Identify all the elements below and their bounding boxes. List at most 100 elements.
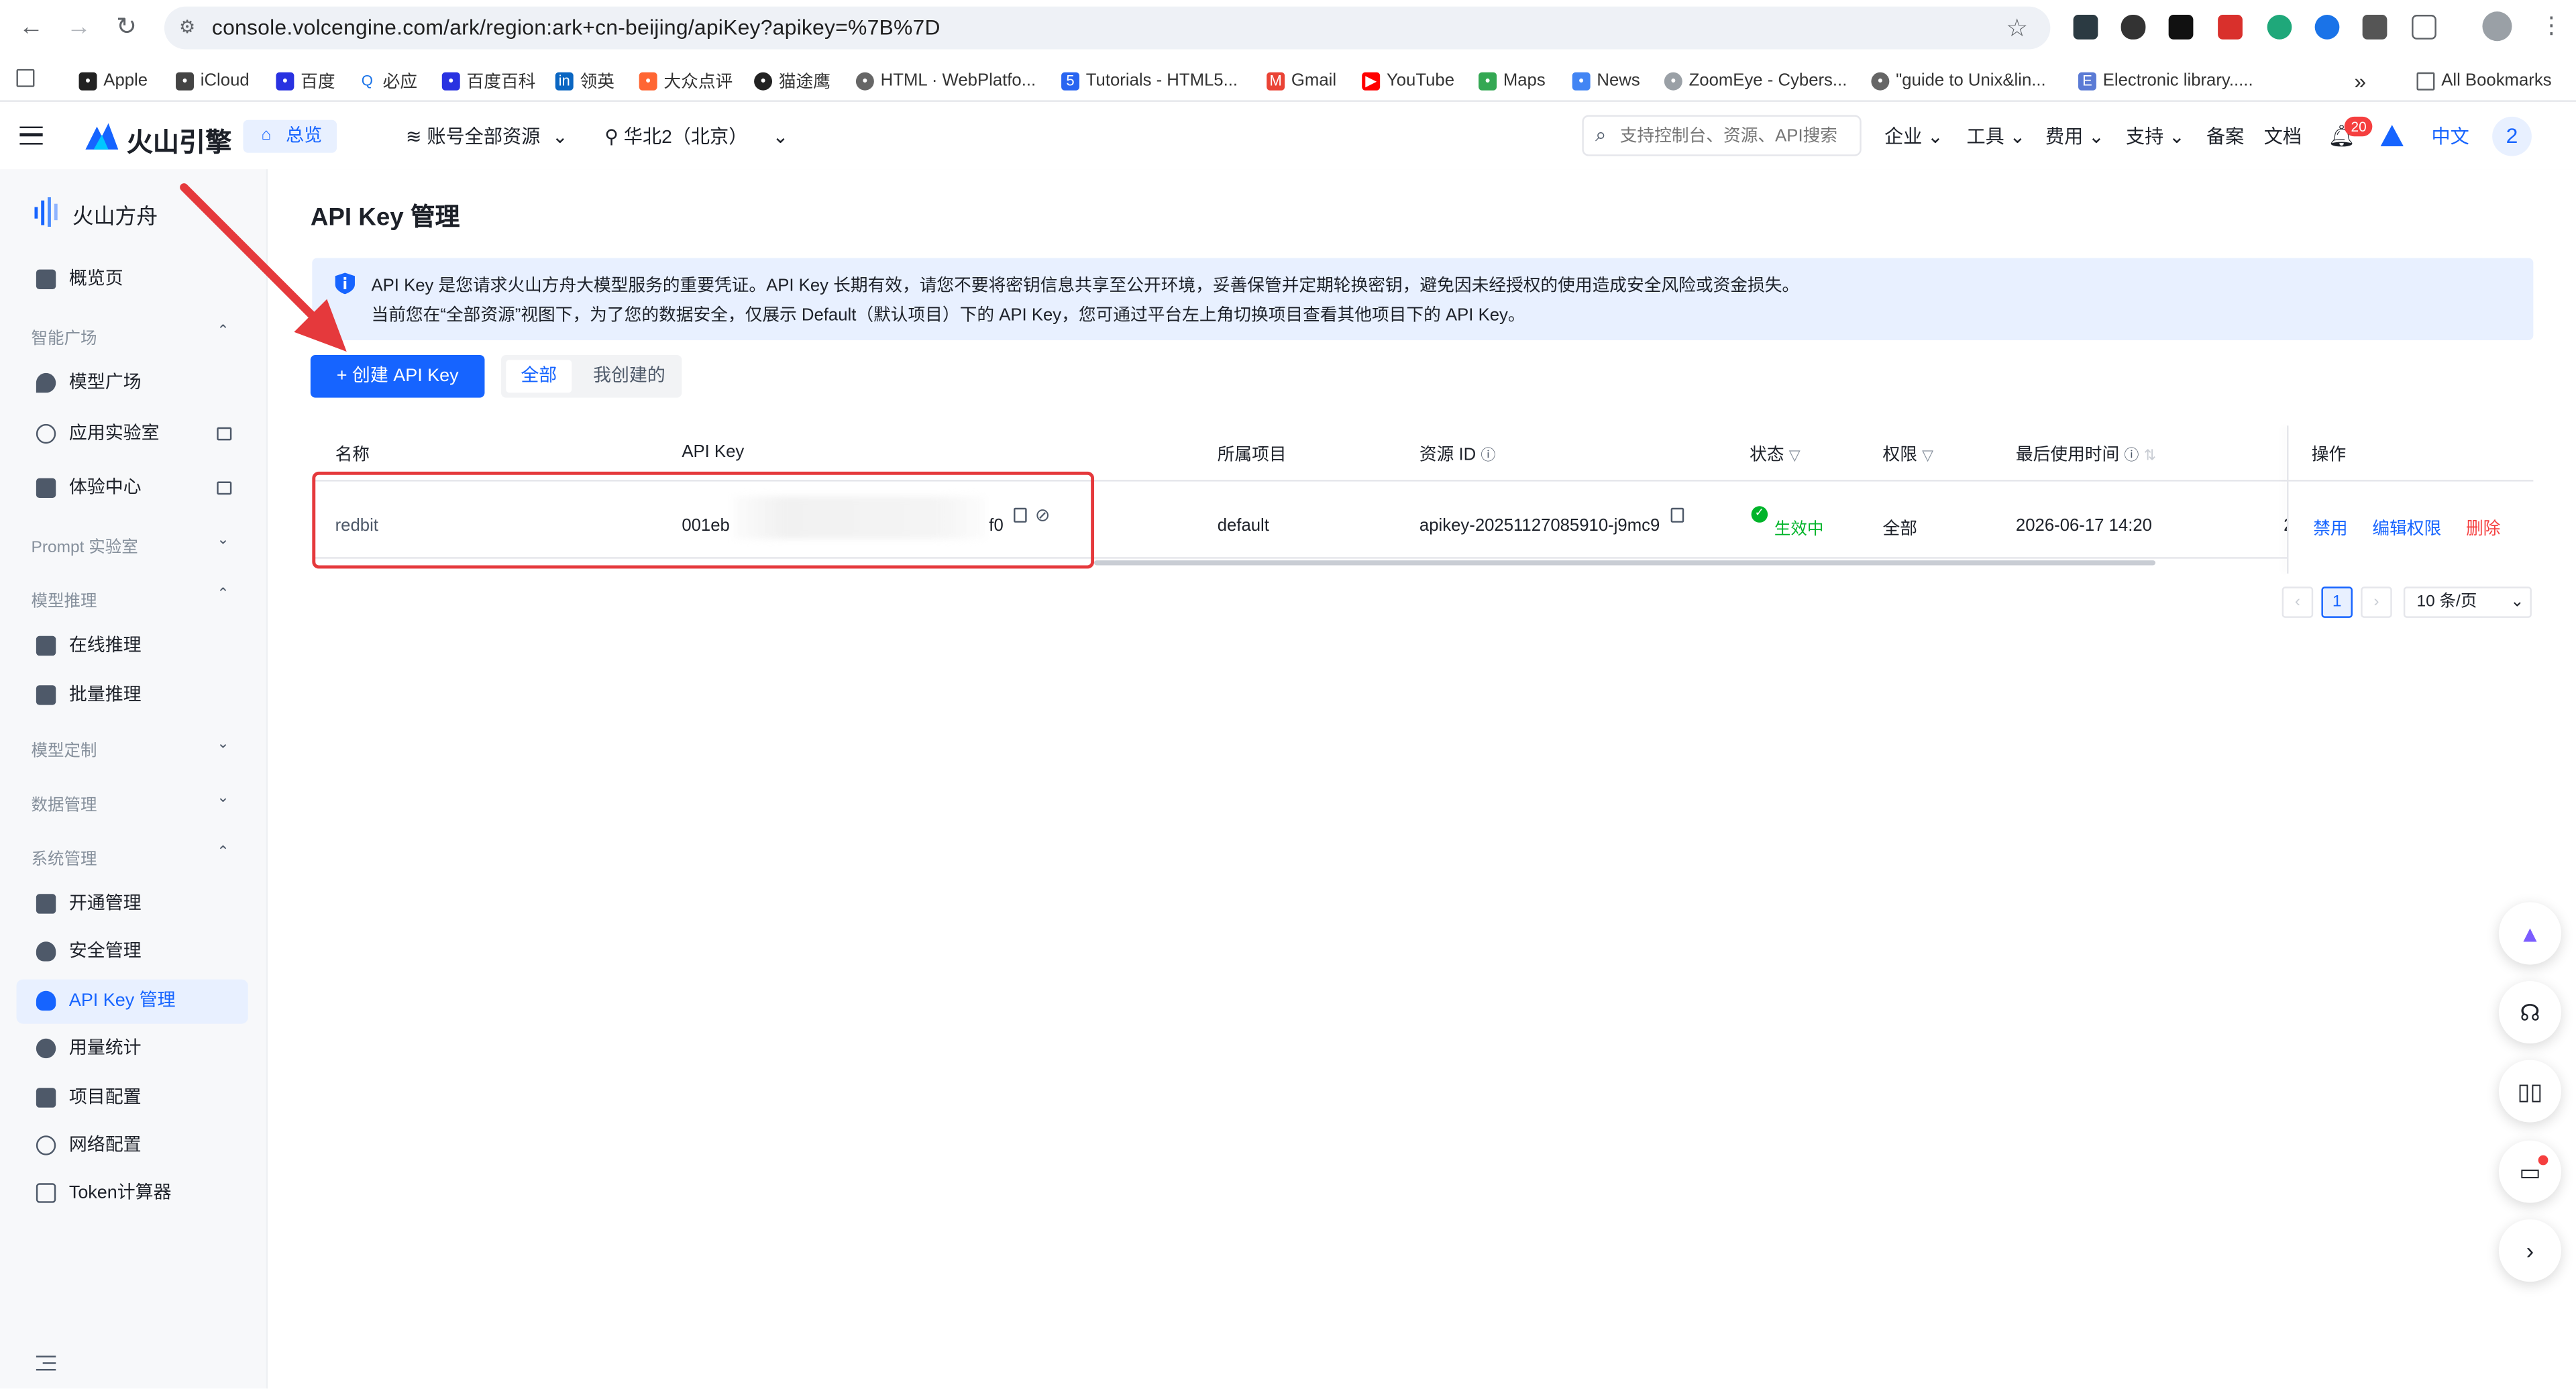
menu-billing[interactable]: 费用 ⌄ xyxy=(2045,123,2104,150)
sidebar-item-network[interactable]: 网络配置 xyxy=(16,1124,248,1168)
chevron-down-icon: ⌄ xyxy=(217,788,229,806)
check-circle-icon: ✓ xyxy=(1751,506,1768,523)
sidebar-group-data-mgmt[interactable]: 数据管理 ⌄ xyxy=(32,789,229,815)
address-bar[interactable]: ⚙ console.volcengine.com/ark/region:ark+… xyxy=(164,6,2051,50)
brand-name[interactable]: 火山引擎 xyxy=(127,120,232,160)
next-page-button[interactable]: › xyxy=(2361,586,2392,618)
bookmark-webplatform[interactable]: • HTML · WebPlatfo... xyxy=(855,67,1036,93)
menu-tools[interactable]: 工具 ⌄ xyxy=(1966,123,2025,150)
bookmark-icloud[interactable]: • iCloud xyxy=(176,67,250,93)
bookmark-gmail[interactable]: M Gmail xyxy=(1267,67,1336,93)
bookmark-html5[interactable]: 5 Tutorials - HTML5... xyxy=(1061,67,1238,93)
bookmark-electronic-library[interactable]: E Electronic library..... xyxy=(2078,67,2253,93)
prev-page-button[interactable]: ‹ xyxy=(2282,586,2314,618)
bookmark-linkedin[interactable]: in 领英 xyxy=(555,67,614,93)
star-icon[interactable]: ☆ xyxy=(2006,13,2028,43)
info-circle-icon[interactable]: ⓘ xyxy=(1481,447,1495,463)
sidebar-group-system-mgmt[interactable]: 系统管理 ⌃ xyxy=(32,843,229,869)
user-avatar[interactable]: 2 xyxy=(2492,116,2532,156)
page-1-button[interactable]: 1 xyxy=(2321,586,2353,618)
back-icon[interactable]: ← xyxy=(15,13,48,43)
extension-icon[interactable] xyxy=(2073,15,2098,40)
profile-avatar[interactable] xyxy=(2482,11,2512,42)
link-filing[interactable]: 备案 xyxy=(2206,123,2244,150)
bookmark-dianping[interactable]: • 大众点评 xyxy=(639,67,733,93)
extension-icon[interactable] xyxy=(2168,15,2194,40)
bookmark-baike[interactable]: • 百度百科 xyxy=(441,67,535,93)
bookmark-baidu[interactable]: • 百度 xyxy=(276,67,335,93)
apps-grid-icon[interactable] xyxy=(16,68,35,87)
project-icon xyxy=(36,1088,56,1108)
hamburger-menu-icon[interactable] xyxy=(19,126,43,145)
sidebar-group-smart-plaza[interactable]: 智能广场 ⌃ xyxy=(32,322,229,348)
extension-icon[interactable] xyxy=(2362,15,2387,40)
filter-icon[interactable]: ▽ xyxy=(1789,447,1801,463)
reload-icon[interactable]: ↻ xyxy=(110,13,143,43)
filter-mine[interactable]: 我创建的 xyxy=(583,360,675,393)
sidebar-item-app-lab[interactable]: 应用实验室 xyxy=(16,413,248,457)
search-box[interactable]: ⌕ xyxy=(1582,115,1862,156)
sidebar-item-token-calculator[interactable]: Token计算器 xyxy=(16,1172,248,1216)
sidebar-item-experience[interactable]: 体验中心 xyxy=(16,467,248,511)
volcengine-logo-icon[interactable] xyxy=(85,121,119,150)
headset-icon[interactable]: ☊ xyxy=(2498,981,2561,1044)
search-input[interactable] xyxy=(1619,123,1855,150)
more-menu-icon[interactable]: ⋮ xyxy=(2540,11,2563,40)
menu-enterprise[interactable]: 企业 ⌄ xyxy=(1884,123,1943,150)
sidebar-group-prompt-lab[interactable]: Prompt 实验室 ⌄ xyxy=(32,531,229,557)
forward-icon[interactable]: → xyxy=(62,13,95,43)
book-icon[interactable]: ▯▯ xyxy=(2498,1060,2561,1123)
sidebar-item-security[interactable]: 安全管理 xyxy=(16,930,248,974)
bookmarks-overflow-icon[interactable]: » xyxy=(2354,67,2366,93)
ark-logo-icon xyxy=(34,197,60,227)
sidebar-item-project[interactable]: 项目配置 xyxy=(16,1076,248,1121)
assistant-icon[interactable] xyxy=(2380,125,2404,146)
bookmark-bing[interactable]: Q 必应 xyxy=(358,67,417,93)
copy-icon[interactable] xyxy=(1670,507,1684,523)
bookmark-zoomeye[interactable]: • ZoomEye - Cybers... xyxy=(1664,67,1847,93)
extensions-puzzle-icon[interactable] xyxy=(2412,15,2436,40)
account-scope-select[interactable]: ≋ 账号全部资源 ⌄ xyxy=(406,123,568,150)
menu-support[interactable]: 支持 ⌄ xyxy=(2126,123,2185,150)
bookmark-tripadvisor[interactable]: • 猫途鹰 xyxy=(754,67,830,93)
info-circle-icon[interactable]: ⓘ xyxy=(2124,447,2139,463)
bookmark-youtube[interactable]: ▶ YouTube xyxy=(1362,67,1454,93)
bookmark-maps[interactable]: • Maps xyxy=(1479,67,1546,93)
sidebar-item-model-plaza[interactable]: 模型广场 xyxy=(16,362,248,406)
region-select[interactable]: ⚲ 华北2（北京） ⌄ xyxy=(604,123,788,150)
sidebar-item-batch-inference[interactable]: 批量推理 xyxy=(16,674,248,718)
extension-icon[interactable] xyxy=(2267,15,2292,40)
site-info-icon[interactable]: ⚙ xyxy=(179,16,195,38)
filter-icon[interactable]: ▽ xyxy=(1922,447,1933,463)
sidebar-item-activation[interactable]: 开通管理 xyxy=(16,882,248,927)
all-bookmarks[interactable]: All Bookmarks xyxy=(2416,67,2552,93)
bookmark-guide-unix[interactable]: • "guide to Unix&lin... xyxy=(1871,67,2046,93)
filter-all[interactable]: 全部 xyxy=(506,360,572,393)
language-switch[interactable]: 中文 xyxy=(2432,123,2469,150)
disable-button[interactable]: 禁用 xyxy=(2313,516,2347,541)
sidebar-item-usage[interactable]: 用量统计 xyxy=(16,1027,248,1072)
extension-icon[interactable] xyxy=(2218,15,2243,40)
sidebar-item-online-inference[interactable]: 在线推理 xyxy=(16,625,248,669)
delete-button[interactable]: 删除 xyxy=(2466,516,2500,541)
horizontal-scrollbar[interactable] xyxy=(1094,560,2156,566)
bookmark-apple[interactable]: • Apple xyxy=(78,67,148,93)
building-icon xyxy=(36,635,56,656)
edit-permission-button[interactable]: 编辑权限 xyxy=(2372,516,2441,541)
sidebar-group-model-custom[interactable]: 模型定制 ⌄ xyxy=(32,735,229,761)
bulb-icon xyxy=(36,372,56,393)
sidebar-item-apikey[interactable]: API Key 管理 xyxy=(16,979,248,1024)
sidebar-group-model-inference[interactable]: 模型推理 ⌃ xyxy=(32,585,229,611)
feedback-icon[interactable]: ▭ xyxy=(2498,1140,2561,1203)
sort-icon[interactable]: ⇅ xyxy=(2144,447,2156,463)
extension-icon[interactable] xyxy=(2121,15,2146,40)
tab-overview[interactable]: ⌂ 总览 xyxy=(243,119,337,153)
cell-last-used: 2026-06-17 14:20 xyxy=(2015,515,2152,536)
ai-assistant-icon[interactable]: ▲ xyxy=(2498,902,2561,965)
bookmark-news[interactable]: • News xyxy=(1572,67,1640,93)
extension-icon[interactable] xyxy=(2314,15,2340,40)
link-docs[interactable]: 文档 xyxy=(2264,123,2302,150)
collapse-sidebar-icon[interactable] xyxy=(36,1355,56,1371)
chevron-right-icon[interactable]: › xyxy=(2498,1219,2561,1282)
page-size-select[interactable]: 10 条/页 ⌄ xyxy=(2403,586,2532,618)
